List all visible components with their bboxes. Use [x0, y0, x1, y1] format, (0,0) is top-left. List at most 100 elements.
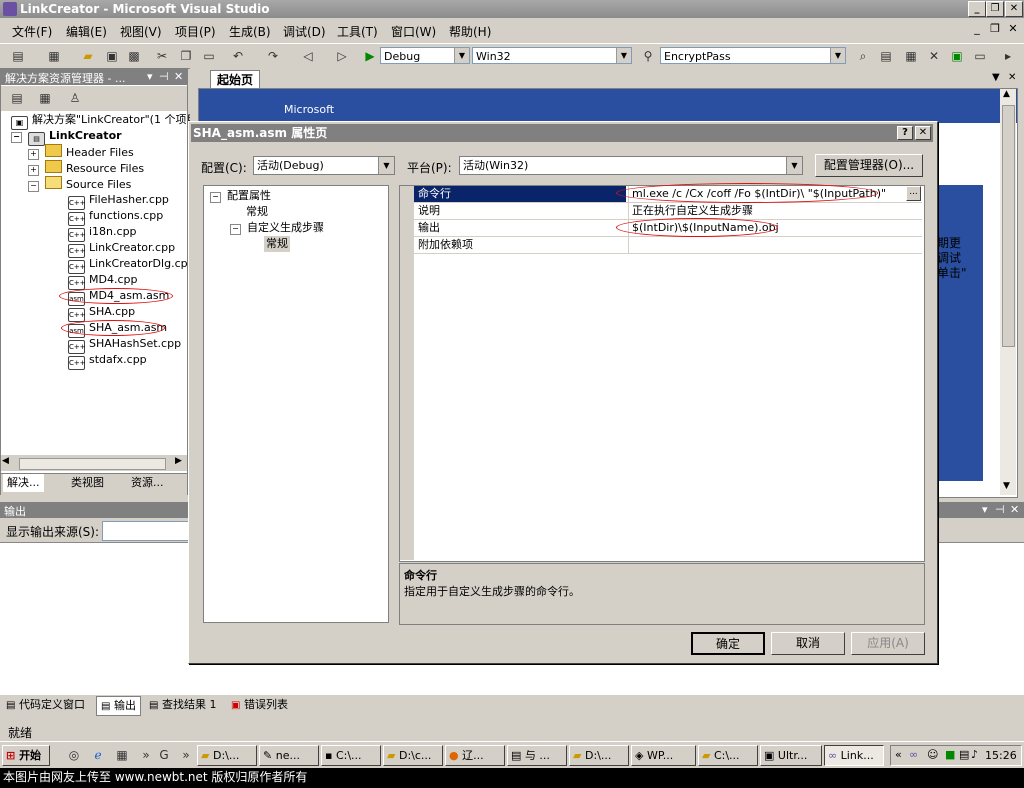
apply-button[interactable]: 应用(A): [851, 632, 925, 655]
menu-debug[interactable]: 调试(D): [283, 23, 326, 40]
file-item[interactable]: C++ FileHasher.cpp: [68, 192, 169, 210]
file-item[interactable]: C++ SHA.cpp: [68, 304, 135, 322]
tab-solution[interactable]: 解决...: [3, 474, 44, 492]
new-project-icon[interactable]: ▤: [10, 48, 26, 64]
task-item[interactable]: ● 辽...: [445, 745, 505, 766]
close-button[interactable]: ✕: [1005, 1, 1023, 17]
tray-network-icon[interactable]: ▤: [959, 748, 969, 761]
mdi-close-icon[interactable]: ✕: [1005, 22, 1021, 36]
scroll-left-icon[interactable]: ◀: [2, 456, 9, 466]
tray-app-icon[interactable]: ∞: [909, 748, 918, 761]
save-all-icon[interactable]: ▩: [126, 48, 142, 64]
solution-explorer-icon[interactable]: ▤: [878, 48, 894, 64]
tab-code-definition[interactable]: ▤ 代码定义窗口: [2, 696, 89, 714]
file-item[interactable]: C++ SHAHashSet.cpp: [68, 336, 181, 354]
menu-window[interactable]: 窗口(W): [391, 23, 436, 40]
add-item-icon[interactable]: ▦: [46, 48, 62, 64]
horizontal-scrollbar[interactable]: ◀ ▶: [1, 455, 187, 471]
task-item[interactable]: ▰ D:\...: [569, 745, 629, 766]
find-combo[interactable]: EncryptPass ▼: [660, 47, 846, 64]
open-icon[interactable]: ▰: [80, 48, 96, 64]
cut-icon[interactable]: ✂: [154, 48, 170, 64]
task-item[interactable]: ◈ WP...: [631, 745, 696, 766]
platform-combo[interactable]: Win32 ▼: [472, 47, 632, 64]
task-item[interactable]: ✎ ne...: [259, 745, 319, 766]
collapse-icon[interactable]: −: [230, 224, 241, 235]
vertical-scrollbar[interactable]: ▲ ▼: [1000, 89, 1016, 495]
expand-icon[interactable]: +: [28, 165, 39, 176]
quicklaunch-icon[interactable]: ▦: [114, 747, 130, 763]
tray-more-icon[interactable]: «: [895, 748, 902, 761]
tray-status-icon[interactable]: ■: [945, 748, 955, 761]
file-item[interactable]: C++ LinkCreatorDlg.cpp: [68, 256, 195, 274]
menu-view[interactable]: 视图(V): [120, 23, 162, 40]
command-window-icon[interactable]: ▭: [972, 48, 988, 64]
collapse-icon[interactable]: −: [11, 132, 22, 143]
task-item[interactable]: ▰ C:\...: [698, 745, 758, 766]
scroll-thumb[interactable]: [1002, 105, 1015, 347]
file-item[interactable]: C++ MD4.cpp: [68, 272, 137, 290]
menu-edit[interactable]: 编辑(E): [66, 23, 107, 40]
auto-hide-icon[interactable]: ⊣: [995, 503, 1005, 516]
copy-icon[interactable]: ❐: [178, 48, 194, 64]
tree-general[interactable]: 常规: [246, 204, 268, 220]
mdi-minimize-icon[interactable]: _: [969, 22, 985, 36]
project-node[interactable]: − ▤ LinkCreator: [11, 128, 122, 146]
properties-icon[interactable]: ▦: [903, 48, 919, 64]
tree-config-properties[interactable]: − 配置属性: [210, 188, 271, 204]
platform-select[interactable]: 活动(Win32) ▼: [459, 156, 803, 175]
tab-list-icon[interactable]: ▼: [992, 72, 1000, 83]
quicklaunch-more-icon[interactable]: »: [178, 747, 194, 763]
menu-project[interactable]: 项目(P): [175, 23, 216, 40]
tree-custom-build-step[interactable]: − 自定义生成步骤: [230, 220, 324, 236]
file-item[interactable]: C++ functions.cpp: [68, 208, 163, 226]
task-item[interactable]: ▰ D:\c...: [383, 745, 443, 766]
start-debug-icon[interactable]: ▶: [362, 48, 378, 64]
config-select[interactable]: 活动(Debug) ▼: [253, 156, 395, 175]
collapse-icon[interactable]: −: [28, 181, 39, 192]
cancel-button[interactable]: 取消: [771, 632, 845, 655]
class-view-icon[interactable]: ♙: [67, 90, 83, 106]
redo-icon[interactable]: ↷: [265, 48, 281, 64]
find-in-files-icon[interactable]: ⌕: [855, 48, 871, 64]
file-item[interactable]: C++ LinkCreator.cpp: [68, 240, 175, 258]
mdi-restore-icon[interactable]: ❐: [987, 22, 1003, 36]
navigate-back-icon[interactable]: ◁: [300, 48, 316, 64]
properties-icon[interactable]: ▦: [37, 90, 53, 106]
property-row-description[interactable]: 说明 正在执行自定义生成步骤: [400, 203, 922, 220]
configuration-manager-button[interactable]: 配置管理器(O)...: [815, 154, 923, 177]
auto-hide-icon[interactable]: ⊣: [159, 70, 169, 83]
close-icon[interactable]: ✕: [174, 70, 183, 83]
menu-build[interactable]: 生成(B): [229, 23, 271, 40]
start-page-icon[interactable]: ▣: [949, 48, 965, 64]
tab-class-view[interactable]: 类视图: [67, 474, 108, 492]
tab-output[interactable]: ▤ 输出: [96, 696, 141, 716]
show-desktop-icon[interactable]: ◎: [66, 747, 82, 763]
dialog-close-button[interactable]: ✕: [915, 126, 931, 140]
collapse-icon[interactable]: −: [210, 192, 221, 203]
task-item-active[interactable]: ∞ Link...: [824, 745, 884, 766]
output-source-combo[interactable]: [102, 521, 190, 541]
start-button[interactable]: ⊞ 开始: [2, 745, 50, 766]
tray-volume-icon[interactable]: ♪: [971, 748, 978, 761]
minimize-button[interactable]: _: [968, 1, 986, 17]
quicklaunch-more-icon[interactable]: »: [138, 747, 154, 763]
quicklaunch-google[interactable]: G: [156, 747, 172, 763]
ok-button[interactable]: 确定: [691, 632, 765, 655]
task-item[interactable]: ▰ D:\...: [197, 745, 257, 766]
help-button[interactable]: ?: [897, 126, 913, 140]
show-all-files-icon[interactable]: ▤: [9, 90, 25, 106]
toolbox-icon[interactable]: ✕: [926, 48, 942, 64]
expand-icon[interactable]: +: [28, 149, 39, 160]
paste-icon[interactable]: ▭: [201, 48, 217, 64]
task-item[interactable]: ▣ Ultr...: [760, 745, 822, 766]
task-item[interactable]: ▤ 与 ...: [507, 745, 567, 766]
navigate-forward-icon[interactable]: ▷: [334, 48, 350, 64]
scroll-down-icon[interactable]: ▼: [1003, 481, 1010, 491]
folder-header-files[interactable]: + Header Files: [28, 144, 134, 160]
tray-qq-icon[interactable]: ☺: [927, 748, 938, 761]
tab-start-page[interactable]: 起始页: [210, 70, 261, 89]
find-icon[interactable]: ⚲: [640, 48, 656, 64]
file-item[interactable]: C++ stdafx.cpp: [68, 352, 147, 370]
scroll-right-icon[interactable]: ▶: [175, 456, 182, 466]
